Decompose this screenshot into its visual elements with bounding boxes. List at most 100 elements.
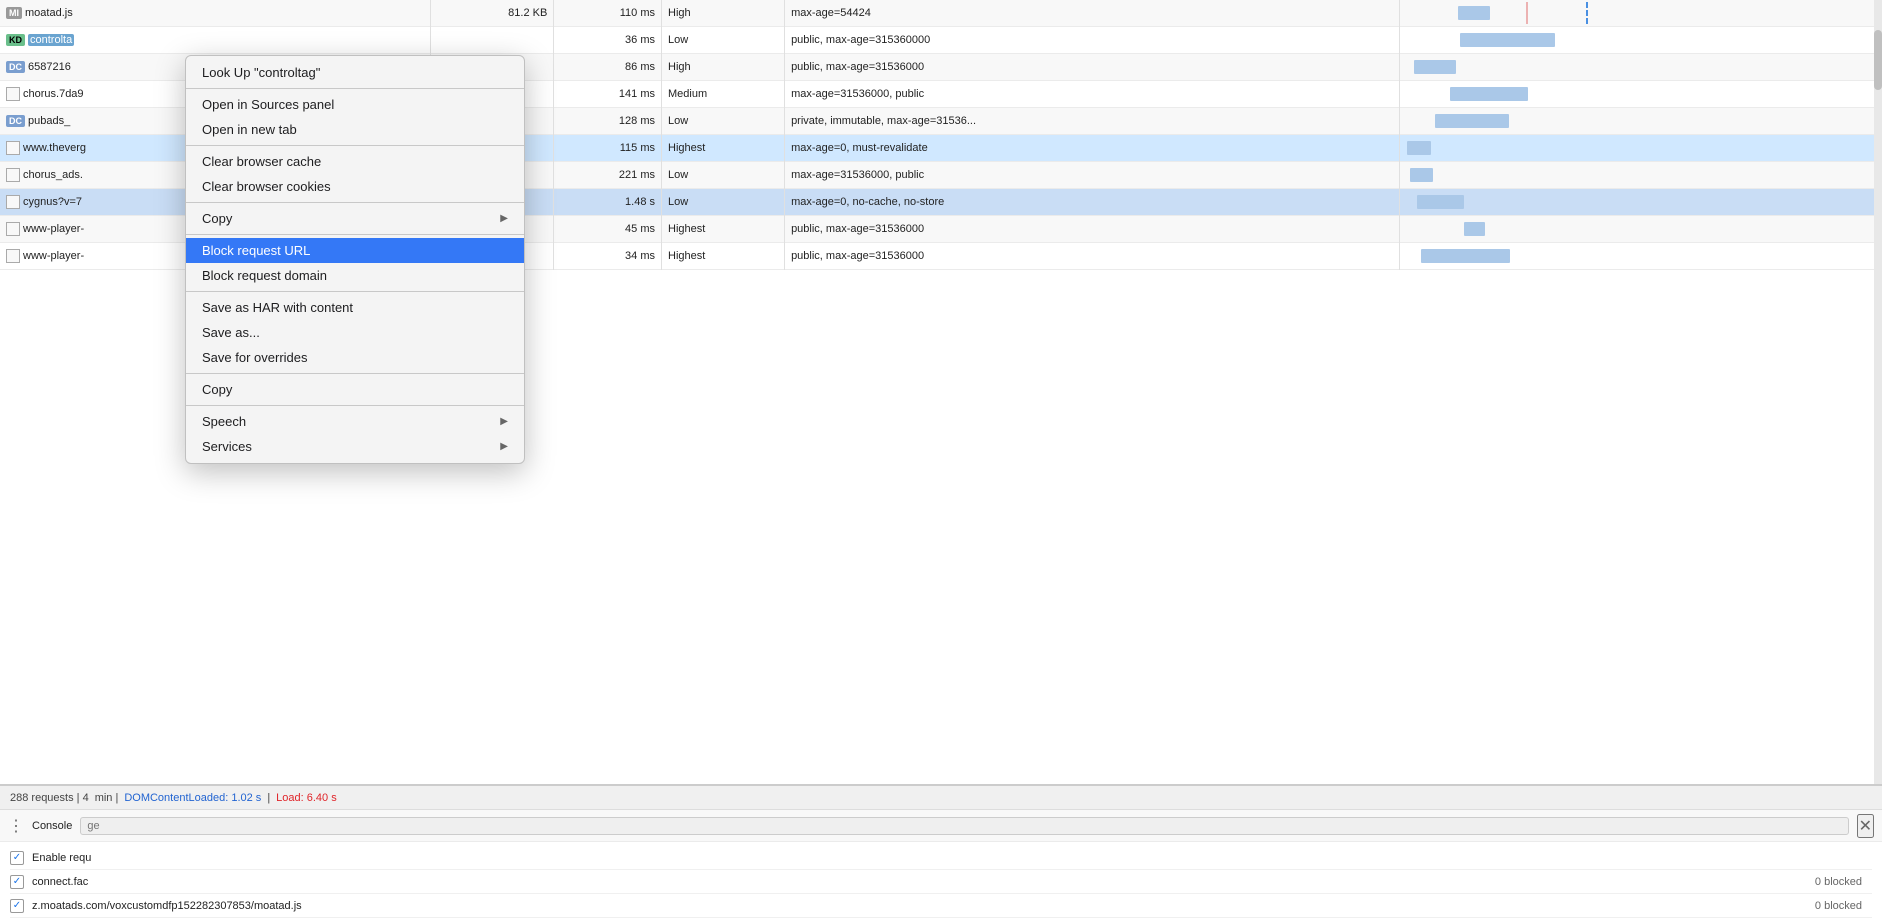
row-cache: max-age=54424: [785, 0, 1400, 27]
row-time: 115 ms: [554, 135, 662, 162]
row-waterfall: [1400, 243, 1882, 270]
status-bar: 288 requests | 4 min | DOMContentLoaded:…: [0, 785, 1882, 809]
row-name-text: moatad.js: [25, 7, 73, 19]
row-waterfall: [1400, 0, 1882, 27]
row-priority: High: [662, 0, 785, 27]
row-cache: public, max-age=31536000: [785, 243, 1400, 270]
load-time: Load: 6.40 s: [276, 792, 337, 804]
menu-item[interactable]: Open in new tab: [186, 117, 524, 142]
scroll-indicator[interactable]: [1874, 0, 1882, 784]
row-cache: public, max-age=31536000: [785, 216, 1400, 243]
row-name-text: 6587216: [28, 61, 71, 73]
row-name-text: cygnus?v=7: [23, 196, 82, 208]
row-priority: Low: [662, 162, 785, 189]
row-priority: High: [662, 54, 785, 81]
blocked-checkbox-0[interactable]: [10, 875, 24, 889]
blocked-row: connect.fac 0 blocked: [10, 870, 1872, 894]
row-name-text: www-player-: [23, 250, 84, 262]
row-size: [431, 27, 554, 54]
row-name-text: www-player-: [23, 223, 84, 235]
menu-item-label: Clear browser cache: [202, 154, 508, 169]
submenu-arrow-icon: ▶: [500, 441, 508, 452]
file-icon: [6, 87, 20, 101]
enable-requests-checkbox[interactable]: [10, 851, 24, 865]
row-time: 141 ms: [554, 81, 662, 108]
more-options-icon[interactable]: ⋮: [8, 816, 24, 836]
row-time: 86 ms: [554, 54, 662, 81]
enable-requests-row: Enable requ: [10, 846, 1872, 870]
menu-item[interactable]: Save as...: [186, 320, 524, 345]
menu-item[interactable]: Speech▶: [186, 409, 524, 434]
row-name-text: pubads_: [28, 115, 70, 127]
menu-divider: [186, 202, 524, 203]
row-priority: Highest: [662, 135, 785, 162]
menu-item[interactable]: Save for overrides: [186, 345, 524, 370]
console-bar: ⋮ Console ✕: [0, 809, 1882, 841]
row-priority: Medium: [662, 81, 785, 108]
menu-item[interactable]: Block request URL: [186, 238, 524, 263]
row-waterfall: [1400, 54, 1882, 81]
submenu-arrow-icon: ▶: [500, 213, 508, 224]
submenu-arrow-icon: ▶: [500, 416, 508, 427]
menu-item-label: Save as HAR with content: [202, 300, 508, 315]
menu-item-label: Speech: [202, 414, 500, 429]
row-waterfall: [1400, 162, 1882, 189]
row-time: 221 ms: [554, 162, 662, 189]
row-time: 1.48 s: [554, 189, 662, 216]
row-time: 128 ms: [554, 108, 662, 135]
menu-divider: [186, 234, 524, 235]
menu-item[interactable]: Block request domain: [186, 263, 524, 288]
menu-item[interactable]: Copy▶: [186, 206, 524, 231]
menu-item-label: Copy: [202, 382, 508, 397]
row-time: 110 ms: [554, 0, 662, 27]
row-waterfall: [1400, 81, 1882, 108]
row-cache: public, max-age=315360000: [785, 27, 1400, 54]
console-label: Console: [32, 820, 72, 832]
row-waterfall: [1400, 108, 1882, 135]
table-row[interactable]: MImoatad.js81.2 KB110 msHighmax-age=5442…: [0, 0, 1882, 27]
row-name-text: chorus.7da9: [23, 88, 84, 100]
menu-item[interactable]: Clear browser cache: [186, 149, 524, 174]
enable-requests-label: Enable requ: [32, 852, 91, 864]
dom-loaded: DOMContentLoaded: 1.02 s: [124, 792, 261, 804]
menu-item[interactable]: Clear browser cookies: [186, 174, 524, 199]
network-panel: MImoatad.js81.2 KB110 msHighmax-age=5442…: [0, 0, 1882, 922]
row-time: 34 ms: [554, 243, 662, 270]
blocked-url-0: connect.fac: [32, 876, 1807, 888]
menu-item[interactable]: Open in Sources panel: [186, 92, 524, 117]
menu-divider: [186, 145, 524, 146]
menu-item-label: Open in Sources panel: [202, 97, 508, 112]
row-cache: max-age=31536000, public: [785, 81, 1400, 108]
menu-item-label: Look Up "controltag": [202, 65, 508, 80]
file-icon: [6, 249, 20, 263]
scroll-thumb[interactable]: [1874, 30, 1882, 90]
row-name-text: chorus_ads.: [23, 169, 83, 181]
file-icon: [6, 168, 20, 182]
menu-item-label: Save for overrides: [202, 350, 508, 365]
row-priority: Highest: [662, 243, 785, 270]
row-name-cell: MImoatad.js: [0, 0, 431, 27]
table-row[interactable]: KDcontrolta36 msLowpublic, max-age=31536…: [0, 27, 1882, 54]
file-icon: [6, 141, 20, 155]
table-area: MImoatad.js81.2 KB110 msHighmax-age=5442…: [0, 0, 1882, 784]
menu-divider: [186, 405, 524, 406]
row-priority: Low: [662, 189, 785, 216]
menu-item[interactable]: Look Up "controltag": [186, 60, 524, 85]
menu-item[interactable]: Services▶: [186, 434, 524, 459]
menu-divider: [186, 291, 524, 292]
blocked-count-0: 0 blocked: [1815, 876, 1862, 888]
row-name-text: www.theverg: [23, 142, 86, 154]
row-cache: max-age=0, no-cache, no-store: [785, 189, 1400, 216]
menu-divider: [186, 373, 524, 374]
close-button[interactable]: ✕: [1857, 814, 1874, 838]
menu-divider: [186, 88, 524, 89]
menu-item[interactable]: Save as HAR with content: [186, 295, 524, 320]
row-name-text: controlta: [28, 34, 74, 46]
row-name-cell: KDcontrolta: [0, 27, 431, 54]
menu-item[interactable]: Copy: [186, 377, 524, 402]
row-badge: MI: [6, 7, 22, 19]
blocked-checkbox-1[interactable]: [10, 899, 24, 913]
filter-input[interactable]: [80, 817, 1848, 835]
menu-item-label: Block request URL: [202, 243, 508, 258]
row-waterfall: [1400, 135, 1882, 162]
